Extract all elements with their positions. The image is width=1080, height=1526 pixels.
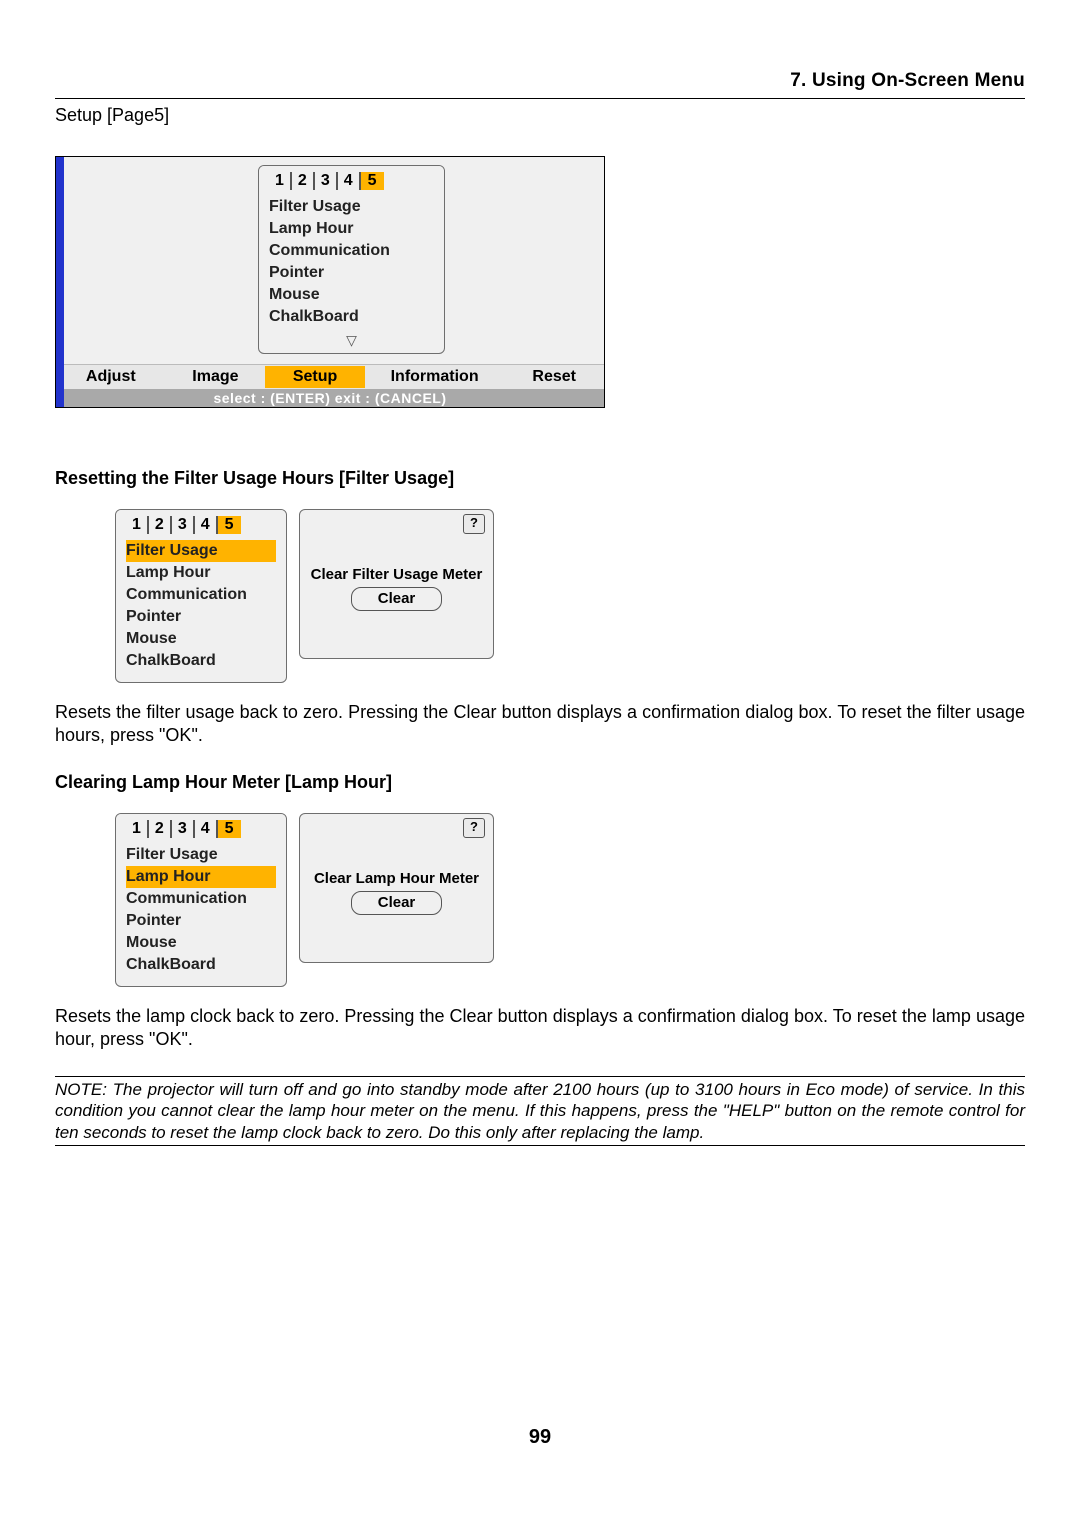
help-icon[interactable]: ? [463,514,485,534]
menu-item-chalkboard[interactable]: ChalkBoard [269,306,434,328]
clear-filter-label: Clear Filter Usage Meter [308,566,485,583]
page-tab-3[interactable]: 3 [172,820,195,838]
nav-information[interactable]: Information [365,366,504,388]
help-icon[interactable]: ? [463,818,485,838]
menu-item-lamp-hour[interactable]: Lamp Hour [126,866,276,888]
menu-item-mouse[interactable]: Mouse [269,284,434,306]
menu-item-mouse[interactable]: Mouse [126,628,276,650]
menu-item-pointer[interactable]: Pointer [126,606,276,628]
menu-item-pointer[interactable]: Pointer [126,910,276,932]
note-text: NOTE: The projector will turn off and go… [55,1079,1025,1143]
nav-reset[interactable]: Reset [504,366,604,388]
clear-lamp-button[interactable]: Clear [351,891,443,915]
nav-image[interactable]: Image [166,366,266,388]
clear-lamp-label: Clear Lamp Hour Meter [308,870,485,887]
right-panel-lamp: ? Clear Lamp Hour Meter Clear [299,813,494,963]
footer-hint: select : (ENTER) exit : (CANCEL) [56,389,604,407]
page-tab-2[interactable]: 2 [149,820,172,838]
page-tab-4[interactable]: 4 [195,516,218,534]
setup-page-label: Setup [Page5] [55,105,1025,126]
clear-filter-button[interactable]: Clear [351,587,443,611]
page-number: 99 [55,1426,1025,1449]
section-heading-lamp: Clearing Lamp Hour Meter [Lamp Hour] [55,772,1025,793]
page-tab-4[interactable]: 4 [195,820,218,838]
page-tab-5[interactable]: 5 [361,172,384,190]
section-heading-filter: Resetting the Filter Usage Hours [Filter… [55,468,1025,489]
menu-item-lamp-hour[interactable]: Lamp Hour [126,562,276,584]
menu-item-communication[interactable]: Communication [126,584,276,606]
menu-item-filter-usage[interactable]: Filter Usage [126,844,276,866]
menu-item-filter-usage[interactable]: Filter Usage [126,540,276,562]
page-tabs: 1 2 3 4 5 [259,166,444,192]
filter-usage-figure: 1 2 3 4 5 Filter Usage Lamp Hour Communi… [115,509,1025,683]
page-tab-3[interactable]: 3 [315,172,338,190]
page-tab-3[interactable]: 3 [172,516,195,534]
setup-panel: 1 2 3 4 5 Filter Usage Lamp Hour Communi… [258,165,445,354]
right-panel-filter: ? Clear Filter Usage Meter Clear [299,509,494,659]
menu-item-chalkboard[interactable]: ChalkBoard [126,650,276,672]
menu-items: Filter Usage Lamp Hour Communication Poi… [259,192,444,332]
left-panel: 1 2 3 4 5 Filter Usage Lamp Hour Communi… [115,509,287,683]
lamp-hour-figure: 1 2 3 4 5 Filter Usage Lamp Hour Communi… [115,813,1025,987]
page-tab-2[interactable]: 2 [292,172,315,190]
page-tab-1[interactable]: 1 [126,516,149,534]
page-tab-4[interactable]: 4 [338,172,361,190]
menu-item-pointer[interactable]: Pointer [269,262,434,284]
left-panel-lamp: 1 2 3 4 5 Filter Usage Lamp Hour Communi… [115,813,287,987]
menu-item-communication[interactable]: Communication [269,240,434,262]
menu-item-mouse[interactable]: Mouse [126,932,276,954]
page-tab-5[interactable]: 5 [218,820,241,838]
nav-adjust[interactable]: Adjust [56,366,166,388]
menu-item-chalkboard[interactable]: ChalkBoard [126,954,276,976]
menu-item-filter-usage[interactable]: Filter Usage [269,196,434,218]
filter-body-text: Resets the filter usage back to zero. Pr… [55,701,1025,746]
scroll-down-icon[interactable]: ▽ [259,332,444,353]
page-tab-5[interactable]: 5 [218,516,241,534]
page-tab-1[interactable]: 1 [126,820,149,838]
chapter-title: 7. Using On-Screen Menu [55,70,1025,92]
lamp-body-text: Resets the lamp clock back to zero. Pres… [55,1005,1025,1050]
menu-item-lamp-hour[interactable]: Lamp Hour [269,218,434,240]
nav-setup[interactable]: Setup [265,366,365,388]
page-tab-1[interactable]: 1 [269,172,292,190]
setup-menu-figure: 1 2 3 4 5 Filter Usage Lamp Hour Communi… [55,156,605,408]
blue-sidebar-accent [56,157,64,407]
menu-item-communication[interactable]: Communication [126,888,276,910]
page-tab-2[interactable]: 2 [149,516,172,534]
bottom-nav: Adjust Image Setup Information Reset [56,364,604,389]
